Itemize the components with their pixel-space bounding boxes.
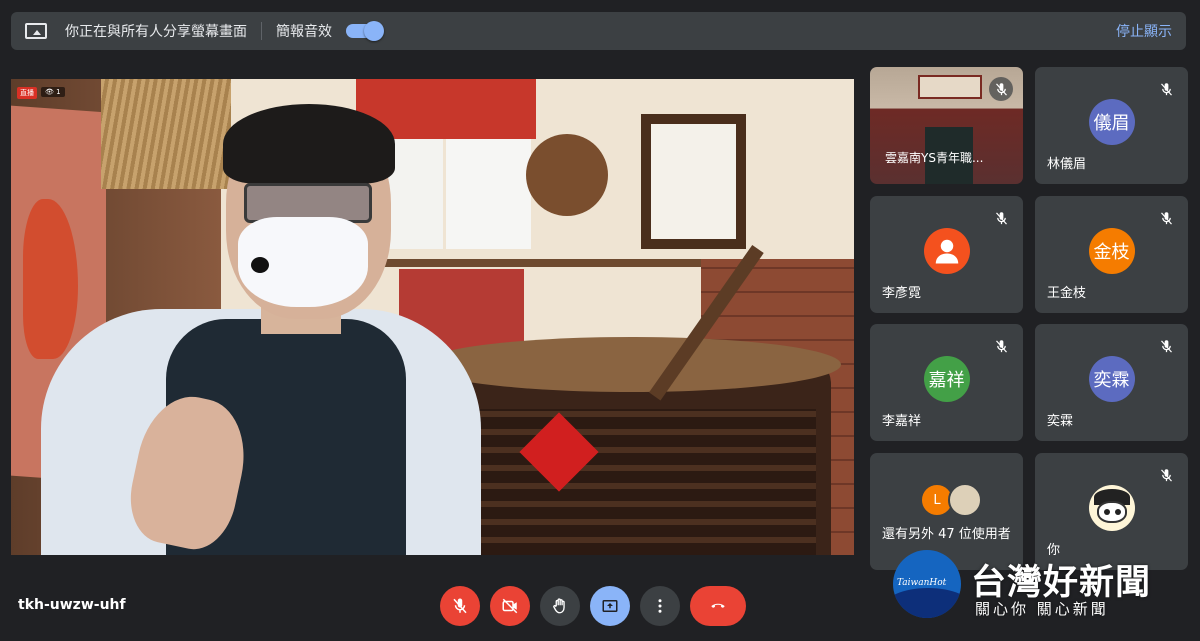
video-roof xyxy=(101,79,231,189)
news-watermark: TaiwanHot 台灣好新聞 關心你 關心新聞 xyxy=(893,550,1193,640)
raise-hand-icon xyxy=(553,598,565,614)
participant-tile[interactable]: 李彥霓 xyxy=(870,196,1023,313)
viewer-count: 👁 1 xyxy=(41,87,65,97)
avatar: 金枝 xyxy=(1088,228,1135,274)
watermark-subtitle: 關心你 關心新聞 xyxy=(975,600,1109,618)
present-screen-icon xyxy=(25,23,47,39)
more-participants-avatars: L xyxy=(920,483,982,517)
participant-tile[interactable]: 奕霖 奕霖 xyxy=(1035,324,1188,441)
participant-name: 奕霖 xyxy=(1047,414,1074,429)
presentation-sound-label: 簡報音效 xyxy=(276,24,332,40)
mic-toggle-button[interactable] xyxy=(440,586,480,626)
avatar: 嘉祥 xyxy=(923,356,970,402)
mic-off-icon xyxy=(989,77,1013,101)
live-badge: 直播 xyxy=(17,87,37,99)
participant-name: 李嘉祥 xyxy=(882,414,922,429)
avatar xyxy=(948,483,982,517)
participant-name: 李彥霓 xyxy=(882,286,922,301)
participant-name: 雲嘉南YS青年職... xyxy=(885,151,984,165)
end-call-button[interactable] xyxy=(690,586,746,626)
avatar: 奕霖 xyxy=(1088,356,1135,402)
video-frame-inner xyxy=(651,124,736,239)
mic-off-icon xyxy=(1154,77,1178,101)
avatar-eye xyxy=(1114,509,1121,515)
stop-presenting-button[interactable]: 停止顯示 xyxy=(1116,21,1172,41)
mic-off-icon xyxy=(1154,463,1178,487)
camera-off-icon xyxy=(502,598,518,614)
mic-off-icon xyxy=(1154,334,1178,358)
banner-divider xyxy=(261,22,262,40)
avatar xyxy=(1088,485,1135,531)
presentation-sound-toggle[interactable] xyxy=(346,21,384,41)
meeting-code: tkh-uwzw-uhf xyxy=(18,597,126,613)
participant-tile[interactable]: 雲嘉南YS青年職... xyxy=(870,67,1023,184)
present-button[interactable] xyxy=(590,586,630,626)
end-call-icon xyxy=(711,603,725,608)
more-options-button[interactable] xyxy=(640,586,680,626)
screen-share-banner: 你正在與所有人分享螢幕畫面 簡報音效 停止顯示 xyxy=(11,12,1186,50)
presenter-headset-mic xyxy=(251,257,269,273)
presenter-hair xyxy=(223,104,395,184)
camera-toggle-button[interactable] xyxy=(490,586,530,626)
present-screen-icon xyxy=(602,600,618,612)
participant-tile[interactable]: 金枝 王金枝 xyxy=(1035,196,1188,313)
mic-off-icon xyxy=(989,334,1013,358)
video-shelf xyxy=(381,259,721,267)
participant-tile[interactable]: 儀眉 林儀眉 xyxy=(1035,67,1188,184)
person-icon xyxy=(923,228,970,274)
more-options-icon xyxy=(658,599,662,613)
participant-name: 還有另外 47 位使用者 xyxy=(882,527,1011,542)
share-message: 你正在與所有人分享螢幕畫面 xyxy=(65,24,247,40)
call-controls xyxy=(440,586,746,626)
avatar-face xyxy=(1096,501,1127,523)
room-sign xyxy=(918,75,982,99)
mic-off-icon xyxy=(453,598,467,614)
video-poster-2 xyxy=(446,139,531,249)
video-barrel-bands xyxy=(446,409,816,555)
avatar-eye xyxy=(1103,509,1110,515)
main-video: 直播 👁 1 xyxy=(11,79,854,555)
mic-off-icon xyxy=(989,206,1013,230)
viewer-count-value: 1 xyxy=(56,88,61,96)
video-barrel-lid xyxy=(421,337,841,392)
participant-name: 王金枝 xyxy=(1047,286,1087,301)
raise-hand-button[interactable] xyxy=(540,586,580,626)
watermark-logo-text: TaiwanHot xyxy=(897,578,947,588)
video-round-sign xyxy=(526,134,608,216)
mic-off-icon xyxy=(1154,206,1178,230)
avatar: 儀眉 xyxy=(1088,99,1135,145)
participant-name: 林儀眉 xyxy=(1047,157,1087,172)
participant-tile[interactable]: 嘉祥 李嘉祥 xyxy=(870,324,1023,441)
